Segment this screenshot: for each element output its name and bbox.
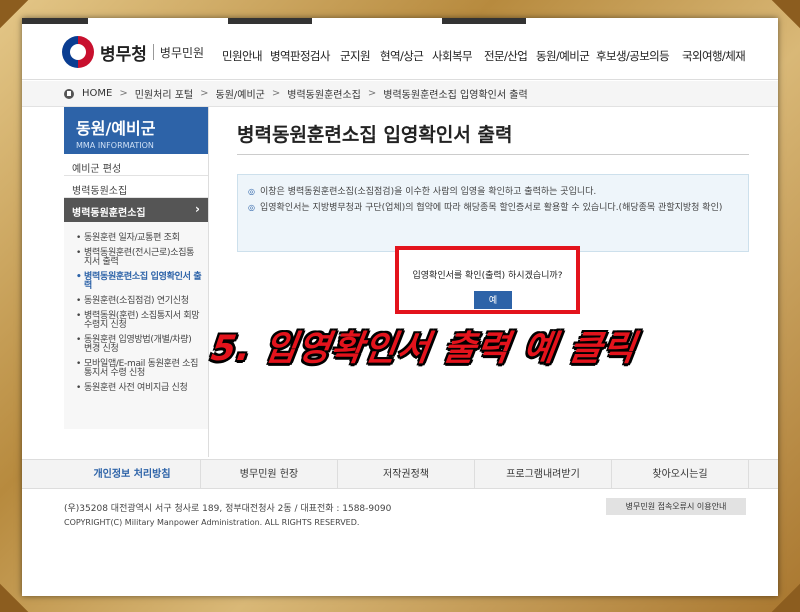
chevron-right-icon: > [200,88,209,99]
nav-item[interactable]: 사회복무 [432,48,484,64]
breadcrumb-item[interactable]: 동원/예비군 [216,86,265,101]
info-text: 입영확인서는 지방병무청과 구단(업체)의 협약에 따라 해당종목 할인증서로 … [248,201,738,215]
logo[interactable]: 병무청 병무민원 [62,36,204,68]
sub-menu-item[interactable]: 모바일앱/E-mail 동원훈련 소집통지서 수령 신청 [76,360,202,378]
sub-menu-item[interactable]: 동원훈련(소집점검) 연기신청 [76,297,202,307]
footer-links: 개인정보 처리방침 병무민원 헌장 저작권정책 프로그램내려받기 찾아오시는길 [22,459,778,489]
chevron-right-icon: > [271,88,281,99]
nav-item[interactable]: 동원/예비군 [536,48,596,64]
sub-menu-item[interactable]: 동원훈련 사전 여비지급 신청 [76,384,202,394]
info-box: 이창은 병력동원훈련소집(소집점검)을 이수한 사람의 입영을 확인하고 출력하… [237,174,749,252]
site-header: 병무청 병무민원 민원안내 병역판정검사 군지원 현역/상근 사회복무 전문/산… [22,24,778,80]
sub-menu-item[interactable]: 병력동원(훈련) 소집통지서 회망수령지 신청 [76,312,202,330]
logo-divider [152,44,154,60]
main-nav: 민원안내 병역판정검사 군지원 현역/상근 사회복무 전문/산업 동원/예비군 … [222,48,752,64]
nav-item[interactable]: 민원안내 [222,48,270,64]
footer-link[interactable]: 저작권정책 [338,460,475,488]
sidebar-header: 동원/예비군 MMA INFORMATION [64,107,208,154]
footer-address: (우)35208 대전광역시 서구 청사로 189, 정부대전청사 2동 / 대… [64,504,392,514]
nav-item[interactable]: 병역판정검사 [270,48,340,64]
sub-menu-item[interactable]: 동원훈련 입영방법(개별/차량) 변경 신청 [76,336,202,354]
sub-menu-item[interactable]: 동원훈련 일자/교통편 조회 [76,234,202,244]
page-title: 병력동원훈련소집 입영확인서 출력 [237,124,513,146]
sidebar-item-label: 병력동원훈련소집 [72,208,146,219]
taegeuk-logo-icon [62,36,94,68]
nav-item[interactable]: 군지원 [340,48,380,64]
sidebar-item[interactable]: 예비군 편성 [64,154,208,176]
sidebar-item-active[interactable]: 병력동원훈련소집 › [64,198,208,222]
breadcrumb-item[interactable]: HOME [82,88,112,99]
nav-item[interactable]: 국외여행/체재 [682,48,752,64]
breadcrumb: HOME > 민원처리 포털 > 동원/예비군 > 병력동원훈련소집 > 병력동… [22,81,778,107]
sub-menu-item-active[interactable]: 병력동원훈련소집 입영확인서 출력 [76,273,202,291]
connection-error-guide-button[interactable]: 병무민원 접속오류시 이용안내 [606,498,746,515]
yes-button[interactable]: 예 [474,291,512,309]
title-divider [237,154,749,155]
nav-item[interactable]: 전문/산업 [484,48,536,64]
sub-menu-item[interactable]: 병력동원훈련(전시근로)소집통지서 출력 [76,249,202,267]
chevron-right-icon: > [119,88,128,99]
instruction-annotation: 5. 입영확인서 출력 예 클릭 [208,329,639,369]
confirm-dialog-highlight: 입영확인서를 확인(출력) 하시겠습니까? 예 [395,246,580,314]
nav-item[interactable]: 현역/상근 [380,48,432,64]
info-text: 이창은 병력동원훈련소집(소집점검)을 이수한 사람의 입영을 확인하고 출력하… [248,185,738,199]
chevron-right-icon: › [195,202,200,216]
footer-link[interactable]: 병무민원 헌장 [201,460,338,488]
logo-name: 병무청 [100,44,147,65]
breadcrumb-current: 병력동원훈련소집 입영확인서 출력 [383,90,528,101]
sidebar-item[interactable]: 병력동원소집 [64,176,208,198]
footer-link[interactable]: 찾아오시는길 [612,460,749,488]
nav-item[interactable]: 후보생/공보의등 [596,48,682,64]
chevron-right-icon: > [367,88,377,99]
home-icon[interactable] [64,88,74,99]
sidebar-title: 동원/예비군 [76,119,156,138]
page-window: 병무청 병무민원 민원안내 병역판정검사 군지원 현역/상근 사회복무 전문/산… [22,18,778,596]
sidebar: 동원/예비군 MMA INFORMATION 예비군 편성 병력동원소집 병력동… [64,107,209,457]
breadcrumb-item[interactable]: 민원처리 포털 [135,86,193,101]
footer-link[interactable]: 프로그램내려받기 [475,460,612,488]
logo-subtitle: 병무민원 [159,45,205,60]
footer-link[interactable]: 개인정보 처리방침 [64,460,201,488]
breadcrumb-item[interactable]: 병력동원훈련소집 [287,86,361,101]
sidebar-subtitle: MMA INFORMATION [76,141,154,150]
sidebar-sublist: 동원훈련 일자/교통편 조회 병력동원훈련(전시근로)소집통지서 출력 병력동원… [64,222,208,429]
confirm-message: 입영확인서를 확인(출력) 하시겠습니까? [412,271,563,281]
footer-copyright: COPYRIGHT(C) Military Manpower Administr… [64,518,360,527]
